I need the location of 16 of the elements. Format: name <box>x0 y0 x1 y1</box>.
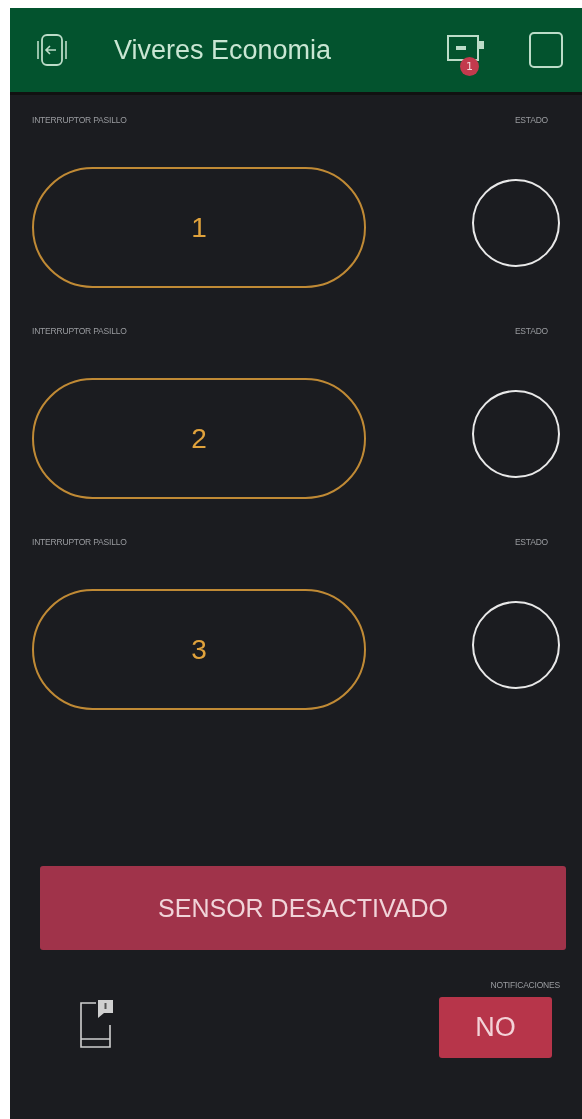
state-label: ESTADO <box>514 115 548 125</box>
switch-label: INTERRUPTOR PASILLO <box>32 537 127 547</box>
switch-label: INTERRUPTOR PASILLO <box>32 115 127 125</box>
notification-badge: 1 <box>460 57 479 76</box>
switch-button[interactable]: 3 <box>32 589 366 710</box>
switch-label: INTERRUPTOR PASILLO <box>32 326 127 336</box>
notifications-label: NOTIFICACIONES <box>490 980 560 990</box>
app-title: Viveres Economia <box>114 34 333 66</box>
switch-button[interactable]: 2 <box>32 378 366 499</box>
sensor-button[interactable]: SENSOR DESACTIVADO <box>40 866 566 950</box>
state-label: ESTADO <box>514 537 548 547</box>
notifications-button[interactable]: NO <box>439 997 552 1058</box>
square-icon[interactable] <box>528 31 564 69</box>
exit-icon[interactable] <box>36 31 68 69</box>
switch-button[interactable]: 1 <box>32 167 366 288</box>
state-label: ESTADO <box>514 326 548 336</box>
